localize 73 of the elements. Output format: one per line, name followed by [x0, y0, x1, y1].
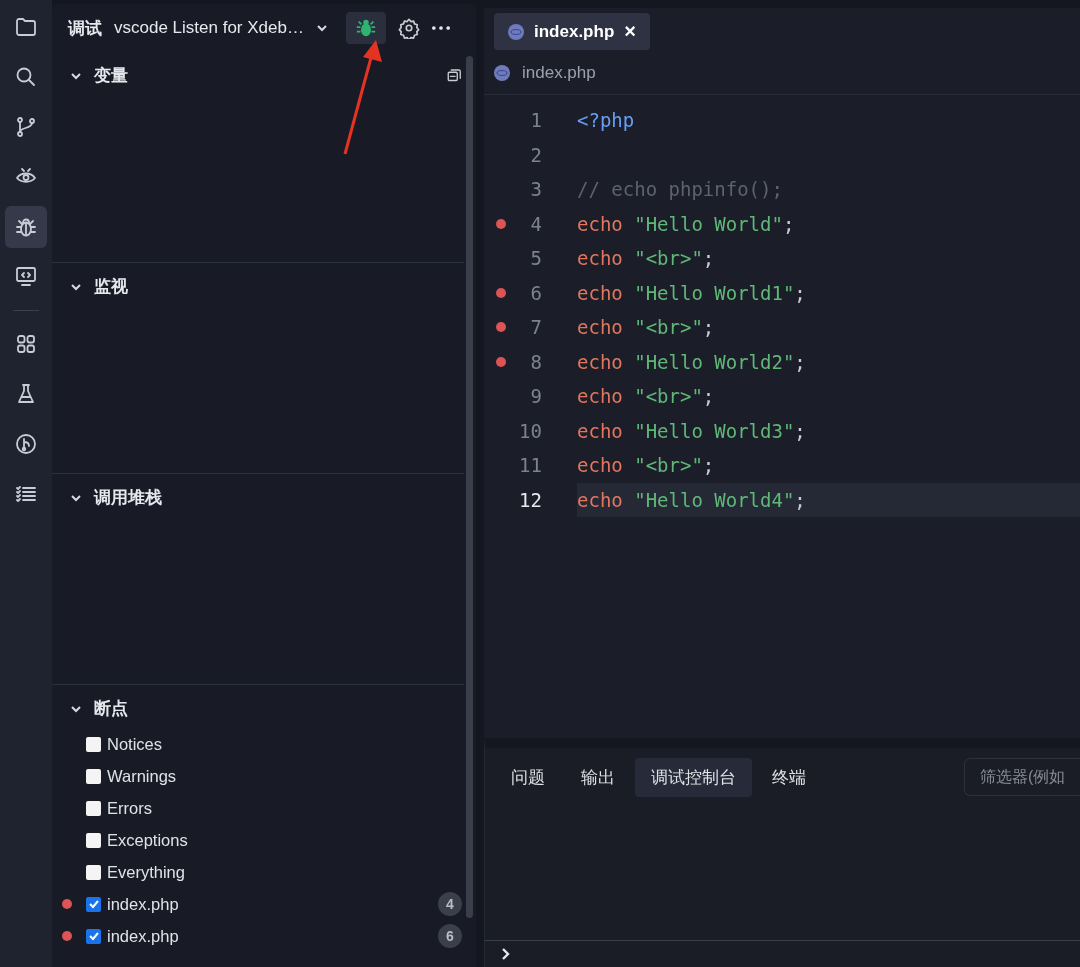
- checkbox[interactable]: [86, 832, 101, 848]
- php-file-icon: [494, 65, 510, 81]
- branch-icon: [14, 115, 38, 139]
- bug-tab[interactable]: [5, 206, 47, 248]
- section-title[interactable]: 调用堆栈: [94, 486, 162, 509]
- checkbox[interactable]: [86, 800, 101, 816]
- breakpoint-dot: [62, 899, 72, 909]
- exception-label[interactable]: Exceptions: [107, 830, 188, 850]
- line-number: 12: [518, 488, 542, 511]
- panel-tab[interactable]: 调试控制台: [635, 757, 752, 797]
- editor-tab[interactable]: index.php ×: [494, 13, 650, 50]
- section-title[interactable]: 监视: [94, 275, 128, 298]
- start-debugging-button[interactable]: [345, 12, 386, 44]
- exception-label[interactable]: Errors: [107, 798, 152, 818]
- line-number: 10: [518, 419, 542, 442]
- breakpoint-dot[interactable]: [496, 218, 506, 229]
- code-line: echo "Hello World3";: [577, 418, 807, 444]
- line-number: 11: [518, 454, 542, 477]
- code-line: // echo phpinfo();: [577, 177, 784, 203]
- configuration-select[interactable]: vscode Listen for Xdeb…: [114, 18, 304, 38]
- code-line: <?php: [577, 108, 636, 134]
- breakpoint-dot[interactable]: [496, 322, 506, 333]
- sidebar-title: 调试: [68, 17, 102, 40]
- line-number-badge: 4: [438, 892, 462, 916]
- panel-tab[interactable]: 输出: [565, 757, 631, 797]
- breakpoint-dot[interactable]: [496, 287, 506, 298]
- checkbox[interactable]: [86, 896, 101, 912]
- line-number: 3: [529, 178, 542, 201]
- search-icon: [14, 65, 38, 89]
- line-number: 8: [529, 350, 542, 373]
- code-line: echo "<br>";: [577, 315, 716, 341]
- bug-icon: [354, 17, 377, 39]
- panel-tab[interactable]: 终端: [756, 757, 822, 797]
- line-number: 6: [529, 281, 542, 304]
- breakpoint-dot: [62, 931, 72, 941]
- line-number-badge: 6: [438, 924, 462, 948]
- git-graph-icon: [14, 432, 38, 456]
- php-file-icon: [508, 23, 524, 40]
- panel-tab[interactable]: 问题: [495, 757, 561, 797]
- filter-field[interactable]: 筛选器(例如: [964, 758, 1080, 796]
- section-title[interactable]: 断点: [94, 697, 128, 720]
- code-line: echo "Hello World";: [577, 211, 796, 237]
- chevron-down-icon[interactable]: [315, 22, 328, 34]
- extensions-icon: [14, 332, 38, 356]
- line-number: 2: [529, 143, 542, 166]
- checkbox[interactable]: [86, 768, 101, 784]
- line-number: 5: [529, 247, 542, 270]
- close-icon[interactable]: ×: [624, 20, 636, 43]
- line-number: 9: [529, 385, 542, 408]
- checkbox[interactable]: [86, 736, 101, 752]
- line-number: 7: [529, 316, 542, 339]
- exception-label[interactable]: Everything: [107, 862, 185, 882]
- more-icon: [431, 26, 450, 30]
- settings-icon: [397, 17, 420, 39]
- line-number: 4: [529, 212, 542, 235]
- exception-label[interactable]: Warnings: [107, 766, 177, 786]
- scrollbar[interactable]: [466, 56, 473, 918]
- code-line: echo "Hello World2";: [577, 349, 807, 375]
- remote-monitor-icon: [14, 265, 38, 289]
- section-title[interactable]: 变量: [94, 64, 128, 87]
- breakpoint-dot[interactable]: [496, 356, 506, 367]
- line-number: 1: [529, 109, 542, 132]
- code-line: echo "<br>";: [577, 246, 716, 272]
- code-line: echo "Hello World1";: [577, 280, 807, 306]
- checkbox[interactable]: [86, 928, 101, 944]
- folder-icon: [14, 15, 38, 39]
- breakpoint-label[interactable]: index.php: [107, 894, 179, 914]
- exception-label[interactable]: Notices: [107, 734, 163, 754]
- breadcrumb[interactable]: index.php: [522, 63, 596, 83]
- breakpoint-label[interactable]: index.php: [107, 926, 179, 946]
- code-line: echo "<br>";: [577, 453, 716, 479]
- code-line: echo "<br>";: [577, 384, 716, 410]
- checkbox[interactable]: [86, 864, 101, 880]
